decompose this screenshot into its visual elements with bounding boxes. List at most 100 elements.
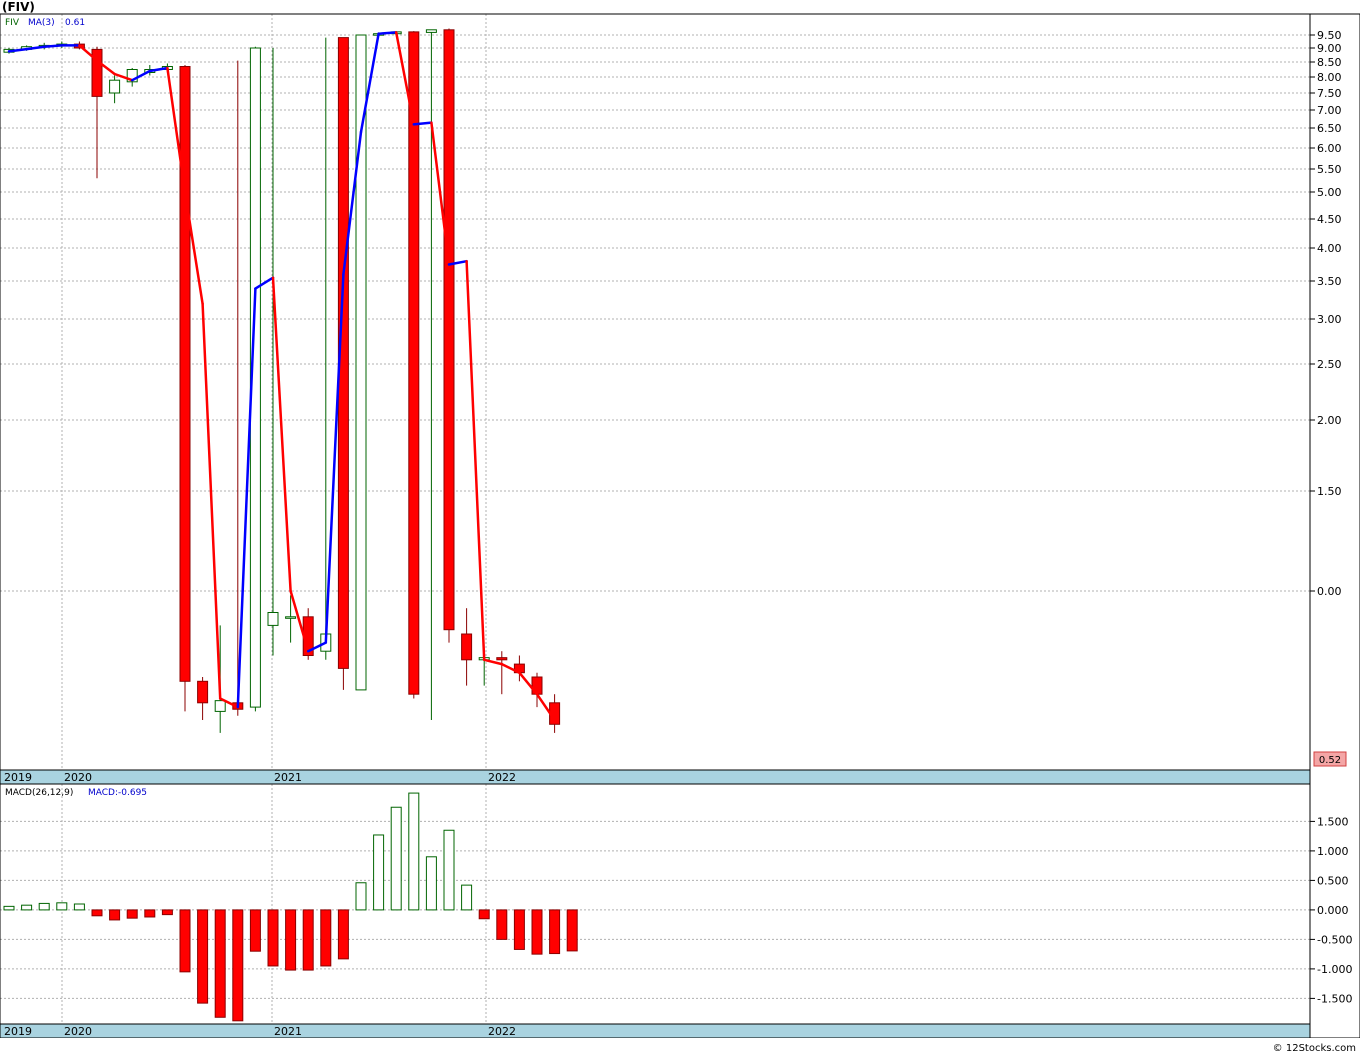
candle-body	[443, 29, 455, 631]
candle-body	[109, 79, 121, 94]
macd-tick-label: 1.000	[1317, 845, 1349, 858]
x-tick-label: 2022	[488, 771, 516, 784]
macd-bar	[214, 909, 226, 1018]
macd-bar	[496, 909, 508, 940]
chart-canvas: 9.509.008.50 8.00 7.50 7.00 6.50 6.00 5.50 5.00…	[0, 0, 1360, 1056]
macd-tick-label: 0.000	[1317, 904, 1349, 917]
price-panel-frame	[0, 13, 1311, 771]
macd-bar	[355, 882, 367, 911]
last-price-value: 0.52	[1319, 755, 1341, 766]
watermark: © 12Stocks.com	[1273, 1043, 1356, 1054]
legend-symbol: FIV	[5, 18, 20, 28]
macd-legend-value: MACD:-0.695	[88, 788, 147, 798]
price-tick-label: 5.00	[1317, 186, 1342, 199]
x-tick-label: 2019	[4, 1025, 32, 1038]
price-tick-label: 6.00	[1317, 142, 1342, 155]
price-tick-label: 3.50	[1317, 275, 1342, 288]
macd-bar	[232, 909, 244, 1022]
macd-tick-label: -0.500	[1317, 933, 1352, 946]
moving-average-line	[7, 31, 556, 722]
ma-segment	[42, 44, 64, 48]
macd-bar	[390, 806, 402, 911]
macd-bar	[513, 909, 525, 950]
macd-bar	[566, 909, 578, 952]
candle-body	[496, 657, 508, 661]
macd-tick-label: -1.500	[1317, 992, 1352, 1005]
macd-bar	[373, 834, 385, 911]
price-y-axis: 9.509.008.50 8.00 7.50 7.00 6.50 6.00 5.50 5.00…	[1310, 29, 1342, 598]
x-tick-label: 2021	[274, 1025, 302, 1038]
macd-bar	[302, 909, 314, 971]
macd-bar	[461, 884, 473, 911]
price-tick-label: 2.50	[1317, 358, 1342, 371]
macd-bar	[91, 909, 103, 917]
macd-bar	[531, 909, 543, 955]
legend-ma-label: MA(3)	[28, 18, 55, 28]
macd-bar	[56, 902, 68, 911]
macd-x-axis-band	[0, 1023, 1311, 1039]
macd-tick-label: 0.500	[1317, 874, 1349, 887]
macd-bar	[197, 909, 209, 1004]
price-tick-label: 4.50	[1317, 213, 1342, 226]
price-tick-label: 8.50	[1317, 56, 1342, 69]
ma-segment	[271, 276, 292, 593]
macd-bar	[144, 909, 156, 918]
price-tick-label: 7.00	[1317, 104, 1342, 117]
macd-bar	[3, 905, 15, 911]
candle-body	[461, 633, 473, 661]
macd-bar	[38, 902, 50, 911]
macd-tick-label: -1.000	[1317, 963, 1352, 976]
price-tick-label: 4.00	[1317, 242, 1342, 255]
price-tick-label: 1.50	[1317, 485, 1342, 498]
macd-bar	[549, 909, 561, 955]
macd-legend-title: MACD(26,12,9)	[5, 788, 73, 798]
macd-bar	[478, 909, 490, 920]
candle-body	[197, 680, 209, 704]
macd-bar	[285, 909, 297, 971]
x-tick-label: 2021	[274, 771, 302, 784]
x-tick-label: 2019	[4, 771, 32, 784]
price-x-axis-band	[0, 769, 1311, 785]
ma-segment	[465, 259, 486, 662]
price-tick-label: 9.50	[1317, 29, 1342, 42]
candle-body	[425, 29, 437, 33]
price-gridlines	[0, 14, 1310, 1024]
macd-bar	[337, 909, 349, 960]
macd-bar	[267, 909, 279, 967]
macd-gridlines	[0, 820, 1310, 999]
macd-bar	[249, 909, 261, 952]
macd-histogram	[3, 792, 578, 1022]
macd-tick-label: 1.500	[1317, 815, 1349, 828]
ma-segment	[377, 31, 398, 35]
macd-bar	[161, 909, 173, 916]
macd-bar	[21, 904, 33, 911]
ma-segment	[201, 302, 222, 700]
macd-panel-frame	[0, 783, 1311, 1025]
ma-segment	[482, 658, 504, 666]
price-tick-label: 7.50	[1317, 87, 1342, 100]
macd-bar	[443, 829, 455, 911]
price-tick-label: 9.00	[1317, 42, 1342, 55]
macd-bar	[408, 792, 420, 911]
ma-segment	[148, 66, 169, 73]
macd-y-axis: 1.500 1.000 0.500 0.000 -0.500 -1.000 -1.500	[1310, 815, 1352, 1005]
x-tick-label: 2022	[488, 1025, 516, 1038]
candle-body	[267, 612, 279, 626]
price-tick-label: 2.00	[1317, 414, 1342, 427]
price-tick-label: 8.00	[1317, 71, 1342, 84]
chart-title: (FIV)	[2, 0, 35, 14]
macd-bar	[126, 909, 138, 919]
macd-bar	[320, 909, 332, 967]
macd-bar	[73, 903, 85, 911]
price-tick-label: 0.00	[1317, 585, 1342, 598]
macd-bar	[179, 909, 191, 973]
x-tick-label: 2020	[64, 1025, 92, 1038]
macd-bar	[425, 856, 437, 911]
footer-band	[0, 1038, 1360, 1056]
price-tick-label: 6.50	[1317, 122, 1342, 135]
candle-body	[285, 616, 297, 619]
macd-bar	[109, 909, 121, 921]
price-tick-label: 5.50	[1317, 163, 1342, 176]
x-tick-label: 2020	[64, 771, 92, 784]
candle-body	[408, 31, 420, 695]
